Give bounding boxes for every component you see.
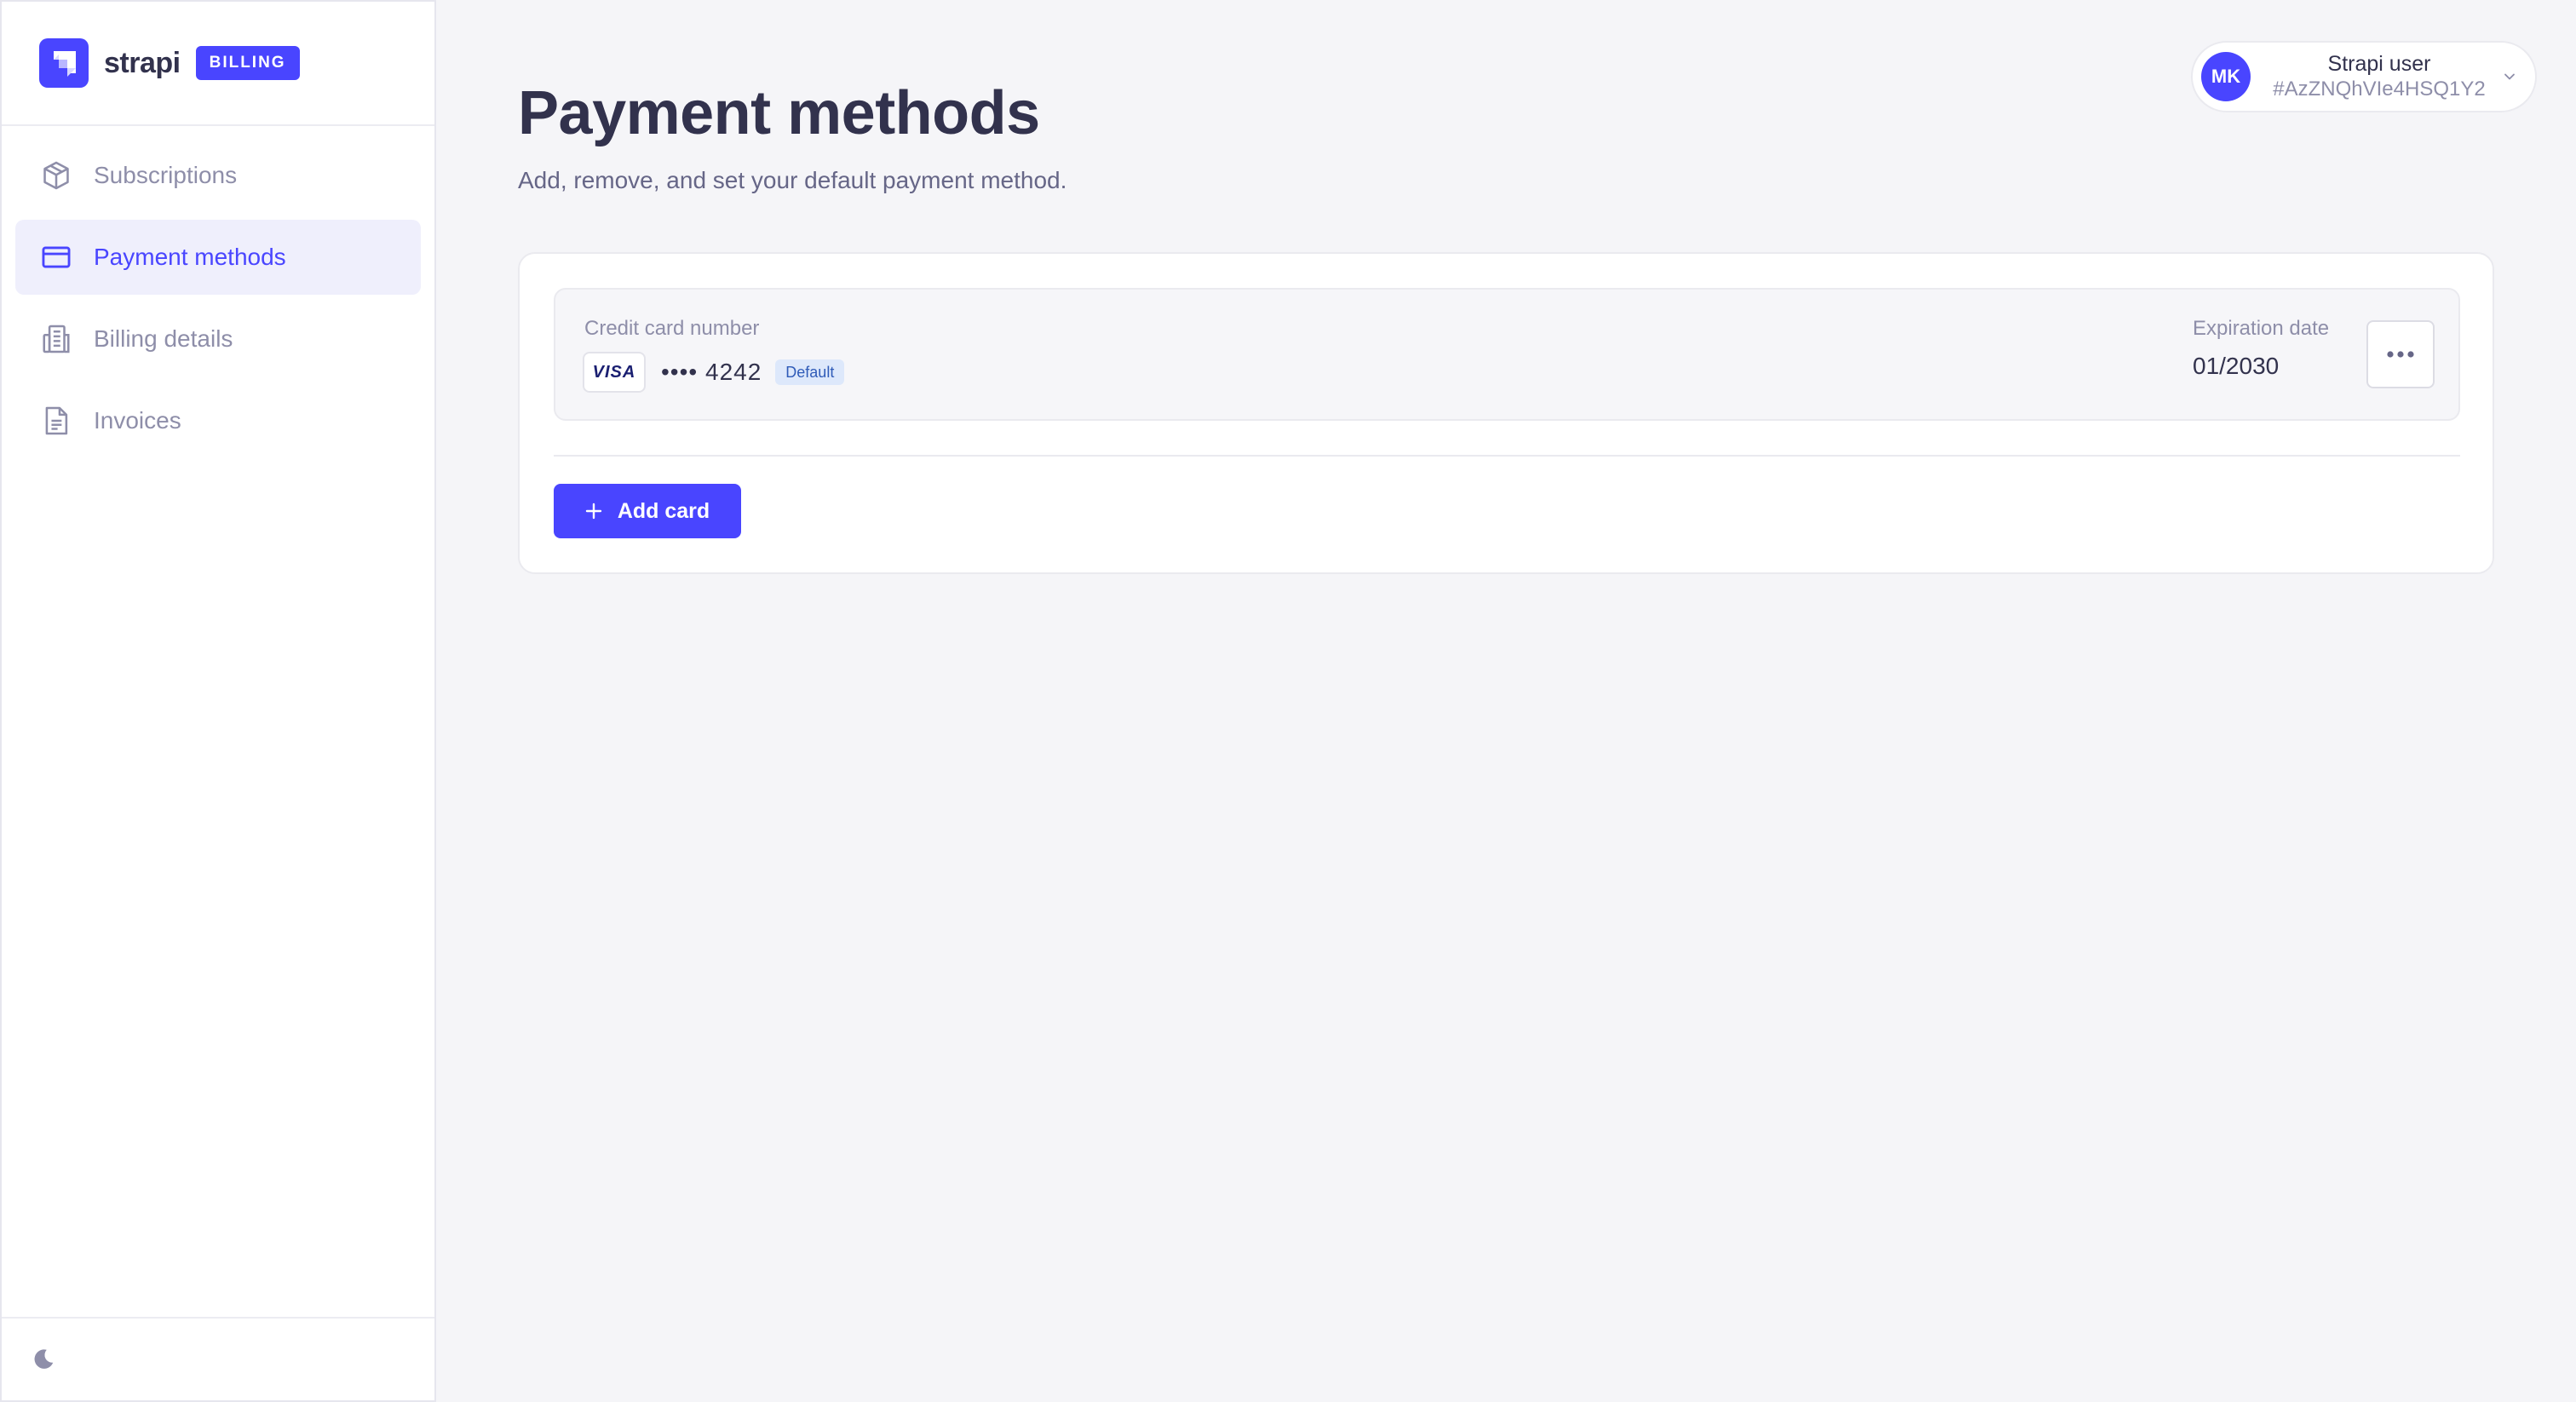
expiration-label: Expiration date: [2193, 317, 2330, 340]
sidebar-item-label: Billing details: [94, 325, 233, 352]
user-name: Strapi user: [2327, 52, 2431, 76]
brand-name: strapi: [104, 46, 181, 79]
chevron-down-icon: [2499, 66, 2520, 87]
card-number-line: VISA •••• 4242 Default: [583, 351, 845, 394]
divider: [554, 455, 2460, 457]
payment-methods-panel: Credit card number VISA •••• 4242 Defaul…: [518, 252, 2494, 574]
moon-icon[interactable]: [31, 1347, 56, 1372]
sidebar-item-label: Subscriptions: [94, 162, 238, 188]
user-id: #AzZNQhVIe4HSQ1Y2: [2273, 78, 2486, 101]
more-horizontal-icon: [2386, 350, 2415, 359]
sidebar-item-subscriptions[interactable]: Subscriptions: [15, 138, 421, 213]
page-subtitle: Add, remove, and set your default paymen…: [518, 167, 1067, 193]
card-number: •••• 4242: [661, 359, 762, 385]
payment-method-row: Credit card number VISA •••• 4242 Defaul…: [554, 288, 2460, 421]
sidebar-footer: [2, 1317, 434, 1400]
document-icon: [39, 404, 73, 438]
visa-logo-icon: VISA: [583, 352, 646, 393]
expiration-value: 01/2030: [2193, 353, 2280, 379]
sidebar-item-billing-details[interactable]: Billing details: [15, 302, 421, 376]
sidebar: strapi BILLING Subscriptions Payment met…: [0, 0, 436, 1402]
package-icon: [39, 158, 73, 192]
add-card-label: Add card: [617, 498, 710, 523]
add-card-button[interactable]: Add card: [554, 484, 741, 538]
billing-badge: BILLING: [195, 46, 300, 80]
user-menu[interactable]: MK Strapi user #AzZNQhVIe4HSQ1Y2: [2191, 41, 2537, 112]
strapi-logo-icon[interactable]: [39, 38, 89, 88]
avatar: MK: [2201, 52, 2251, 101]
sidebar-item-label: Invoices: [94, 407, 181, 434]
plus-icon: [585, 503, 602, 520]
page-title: Payment methods: [518, 79, 1040, 147]
default-badge: Default: [775, 359, 845, 385]
sidebar-nav: Subscriptions Payment methods Billing de…: [2, 126, 434, 458]
more-actions-button[interactable]: [2366, 320, 2435, 388]
brand-header: strapi BILLING: [2, 2, 434, 126]
sidebar-item-label: Payment methods: [94, 244, 286, 270]
card-number-label: Credit card number: [584, 317, 760, 340]
credit-card-icon: [39, 240, 73, 274]
user-info: Strapi user #AzZNQhVIe4HSQ1Y2: [2266, 51, 2493, 102]
sidebar-item-invoices[interactable]: Invoices: [15, 383, 421, 458]
building-icon: [39, 322, 73, 356]
sidebar-item-payment-methods[interactable]: Payment methods: [15, 220, 421, 295]
